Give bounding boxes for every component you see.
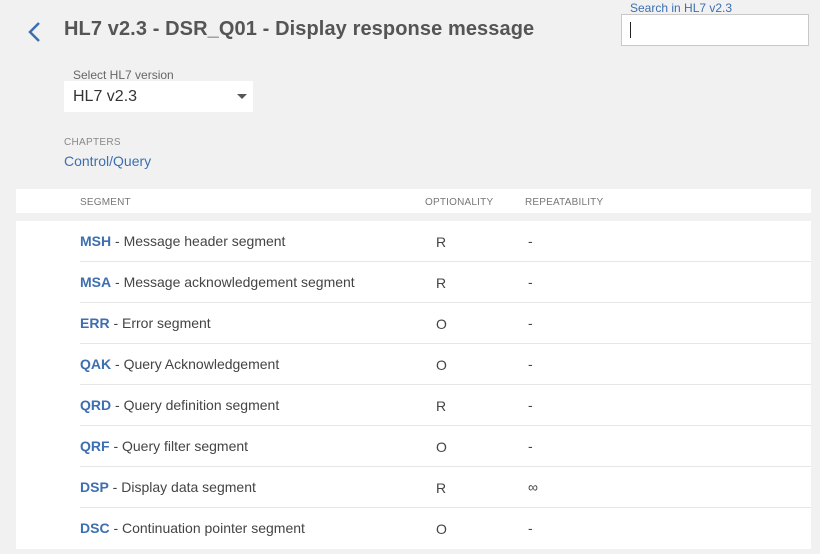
segment-cell: MSH - Message header segment [80, 233, 285, 249]
segment-description: - Error segment [109, 315, 211, 331]
segment-cell: QAK - Query Acknowledgement [80, 356, 279, 372]
chevron-left-icon [28, 22, 40, 42]
search-input[interactable] [621, 14, 809, 46]
repeatability-cell: - [528, 315, 533, 331]
optionality-cell: O [436, 521, 447, 537]
chapters-label: CHAPTERS [64, 137, 121, 148]
segment-cell: DSP - Display data segment [80, 479, 256, 495]
segment-code-link[interactable]: DSC [80, 520, 110, 536]
segment-description: - Query definition segment [111, 397, 280, 413]
segment-description: - Continuation pointer segment [109, 520, 305, 536]
repeatability-cell: - [528, 397, 533, 413]
repeatability-cell: - [528, 356, 533, 372]
version-select-label: Select HL7 version [73, 68, 174, 82]
version-select[interactable]: HL7 v2.3 [64, 81, 253, 112]
repeatability-cell: - [528, 233, 533, 249]
table-header: SEGMENT OPTIONALITY REPEATABILITY [16, 189, 811, 213]
table-row: QAK - Query Acknowledgement O - [16, 344, 811, 385]
segment-code-link[interactable]: DSP [80, 479, 109, 495]
segment-cell: QRF - Query filter segment [80, 438, 248, 454]
repeatability-cell: - [528, 274, 533, 290]
segment-cell: MSA - Message acknowledgement segment [80, 274, 355, 290]
optionality-cell: O [436, 357, 447, 373]
table-row: QRD - Query definition segment R - [16, 385, 811, 426]
segment-code-link[interactable]: MSA [80, 274, 111, 290]
optionality-cell: O [436, 439, 447, 455]
version-select-value: HL7 v2.3 [73, 88, 138, 105]
repeatability-cell: - [528, 438, 533, 454]
optionality-cell: R [436, 398, 447, 414]
segment-code-link[interactable]: QRF [80, 438, 110, 454]
segment-cell: DSC - Continuation pointer segment [80, 520, 305, 536]
table-row: DSP - Display data segment R ∞ [16, 467, 811, 508]
segment-cell: QRD - Query definition segment [80, 397, 279, 413]
segment-cell: ERR - Error segment [80, 315, 211, 331]
segment-description: - Query filter segment [109, 438, 249, 454]
column-header-repeatability: REPEATABILITY [525, 197, 604, 208]
table-row: MSH - Message header segment R - [16, 221, 811, 262]
table-row: ERR - Error segment O - [16, 303, 811, 344]
optionality-cell: R [436, 275, 447, 291]
segment-description: - Query Acknowledgement [111, 356, 280, 372]
back-button[interactable] [22, 20, 46, 44]
repeatability-cell: ∞ [528, 479, 538, 495]
segment-description: - Message acknowledgement segment [111, 274, 355, 290]
table-row: QRF - Query filter segment O - [16, 426, 811, 467]
chapter-link-control-query[interactable]: Control/Query [64, 153, 151, 169]
optionality-cell: R [436, 480, 447, 496]
segment-table: MSH - Message header segment R - MSA - Mess… [16, 221, 811, 549]
dropdown-arrow-icon [237, 94, 247, 99]
search-label: Search in HL7 v2.3 [630, 1, 733, 15]
segment-code-link[interactable]: QAK [80, 356, 111, 372]
segment-code-link[interactable]: MSH [80, 233, 111, 249]
table-row: MSA - Message acknowledgement segment R - [16, 262, 811, 303]
column-header-optionality: OPTIONALITY [425, 197, 494, 208]
text-cursor [630, 22, 631, 38]
column-header-segment: SEGMENT [80, 197, 131, 208]
segment-description: - Display data segment [108, 479, 256, 495]
optionality-cell: R [436, 234, 447, 250]
segment-code-link[interactable]: QRD [80, 397, 111, 413]
repeatability-cell: - [528, 520, 533, 536]
segment-code-link[interactable]: ERR [80, 315, 110, 331]
optionality-cell: O [436, 316, 447, 332]
table-row: DSC - Continuation pointer segment O - [16, 508, 811, 549]
segment-description: - Message header segment [111, 233, 286, 249]
page-title: HL7 v2.3 - DSR_Q01 - Display response me… [64, 18, 535, 40]
